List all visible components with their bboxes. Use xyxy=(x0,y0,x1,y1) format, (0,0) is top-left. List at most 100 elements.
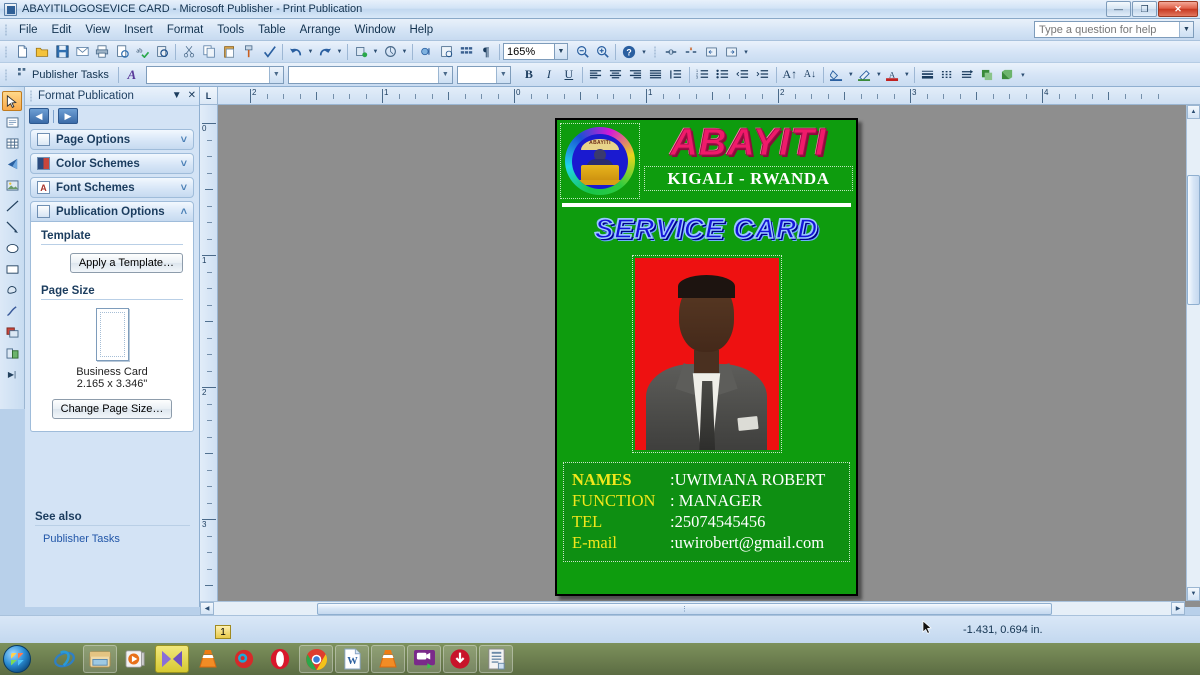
new-document-icon[interactable] xyxy=(12,42,32,61)
paragraph-marks-icon[interactable]: ¶ xyxy=(476,42,496,61)
accordion-color-schemes[interactable]: Color Schemes ˅ xyxy=(30,153,194,174)
wordart-icon[interactable]: A xyxy=(122,65,142,84)
arrow-style-icon[interactable] xyxy=(958,65,978,84)
bulleted-list-button[interactable] xyxy=(713,65,733,84)
previous-textbox-icon[interactable] xyxy=(701,42,721,61)
menu-tools[interactable]: Tools xyxy=(210,21,251,39)
print-icon[interactable] xyxy=(92,42,112,61)
fill-color-dropdown-icon[interactable]: ▼ xyxy=(847,65,855,84)
special-chars-grid-icon[interactable] xyxy=(456,42,476,61)
chevron-down-icon[interactable]: ▼ xyxy=(495,66,510,83)
chevron-down-icon[interactable]: ▼ xyxy=(268,66,283,83)
vlc-media-player-icon-2[interactable] xyxy=(371,645,405,673)
screen-recorder-icon[interactable] xyxy=(407,645,441,673)
open-folder-icon[interactable] xyxy=(32,42,52,61)
task-pane-grip[interactable] xyxy=(29,89,35,103)
scroll-right-arrow-icon[interactable]: ▶ xyxy=(1171,602,1185,615)
hyperlink-dropdown-icon[interactable]: ▼ xyxy=(371,42,380,61)
toolbar-options-icon[interactable]: ▾ xyxy=(639,42,649,61)
wordart-tool[interactable] xyxy=(2,154,22,174)
increase-indent-button[interactable] xyxy=(753,65,773,84)
select-objects-tool[interactable] xyxy=(2,91,22,111)
minimize-button[interactable]: — xyxy=(1106,1,1131,17)
formatting-toolbar-grip[interactable] xyxy=(3,67,10,83)
grow-font-button[interactable]: A↑ xyxy=(780,67,800,82)
menu-arrange[interactable]: Arrange xyxy=(293,21,348,39)
email-icon[interactable] xyxy=(72,42,92,61)
text-box-tool[interactable] xyxy=(2,112,22,132)
connect-toolbar-grip[interactable] xyxy=(652,44,659,60)
font-style-select[interactable]: ▼ xyxy=(287,65,453,84)
scroll-down-arrow-icon[interactable]: ▼ xyxy=(1187,587,1200,601)
chevron-up-icon[interactable]: ˄ xyxy=(181,206,187,218)
connect-toolbar-options-icon[interactable]: ▾ xyxy=(741,42,751,61)
back-arrow-icon[interactable]: ◀ xyxy=(29,108,49,124)
align-center-button[interactable] xyxy=(606,65,626,84)
publisher-tasks-button[interactable]: Publisher Tasks xyxy=(12,66,115,84)
rectangle-tool[interactable] xyxy=(2,259,22,279)
undo-icon[interactable] xyxy=(286,42,306,61)
microsoft-publisher-icon[interactable] xyxy=(479,645,513,673)
windows-explorer-icon[interactable] xyxy=(83,645,117,673)
zoom-out-icon[interactable] xyxy=(572,42,592,61)
change-page-size-button[interactable]: Change Page Size… xyxy=(51,399,173,419)
zoom-dropdown-icon[interactable]: ▼ xyxy=(555,43,568,60)
picture-frame-tool[interactable] xyxy=(2,175,22,195)
close-icon[interactable]: ✕ xyxy=(188,90,196,101)
scroll-up-arrow-icon[interactable]: ▲ xyxy=(1187,105,1200,119)
font-color-dropdown-icon[interactable]: ▼ xyxy=(903,65,911,84)
link-textboxes-icon[interactable] xyxy=(661,42,681,61)
horizontal-ruler[interactable]: 2101234 xyxy=(200,87,1200,105)
autoshapes-tool[interactable] xyxy=(2,280,22,300)
font-name-select[interactable]: ▼ xyxy=(145,65,284,84)
oval-tool[interactable] xyxy=(2,238,22,258)
mozilla-firefox-icon[interactable] xyxy=(227,645,261,673)
fill-color-icon[interactable] xyxy=(827,65,847,84)
special-characters-icon[interactable] xyxy=(416,42,436,61)
copy-icon[interactable] xyxy=(199,42,219,61)
undo-dropdown-icon[interactable]: ▼ xyxy=(306,42,315,61)
horizontal-scrollbar[interactable]: ◀ ⋮ ▶ xyxy=(200,601,1185,615)
formatting-toolbar-options-icon[interactable]: ▾ xyxy=(1018,65,1028,84)
font-color-icon[interactable]: A xyxy=(883,65,903,84)
menu-grip[interactable] xyxy=(3,22,10,38)
logo-frame[interactable]: ABAYITI xyxy=(560,123,640,199)
shadow-style-icon[interactable] xyxy=(978,65,998,84)
see-also-publisher-tasks-link[interactable]: Publisher Tasks xyxy=(43,533,190,545)
break-link-icon[interactable] xyxy=(681,42,701,61)
menu-edit[interactable]: Edit xyxy=(45,21,79,39)
save-icon[interactable] xyxy=(52,42,72,61)
underline-button[interactable]: U xyxy=(559,67,579,82)
opera-browser-icon[interactable] xyxy=(263,645,297,673)
microsoft-word-icon[interactable]: W xyxy=(335,645,369,673)
restore-button[interactable]: ❐ xyxy=(1132,1,1157,17)
standard-toolbar-grip[interactable] xyxy=(3,44,10,60)
line-color-icon[interactable] xyxy=(855,65,875,84)
download-manager-icon[interactable] xyxy=(443,645,477,673)
show-formatting-icon[interactable] xyxy=(436,42,456,61)
horizontal-scroll-thumb[interactable]: ⋮ xyxy=(317,602,1052,615)
objects-toolbar-expand-icon[interactable]: ▶| xyxy=(2,364,22,384)
arrow-tool[interactable] xyxy=(2,217,22,237)
zoom-level-input[interactable]: 165% xyxy=(503,43,555,60)
redo-icon[interactable] xyxy=(315,42,335,61)
apply-a-template-button[interactable]: Apply a Template… xyxy=(69,253,183,273)
chevron-down-icon[interactable]: ▼ xyxy=(1179,22,1193,37)
next-textbox-icon[interactable] xyxy=(721,42,741,61)
design-checker-dropdown-icon[interactable]: ▼ xyxy=(400,42,409,61)
research-icon[interactable] xyxy=(152,42,172,61)
accordion-publication-options[interactable]: Publication Options ˄ xyxy=(30,201,194,222)
dash-style-icon[interactable] xyxy=(938,65,958,84)
help-search-box[interactable]: Type a question for help ▼ xyxy=(1034,21,1194,38)
menu-table[interactable]: Table xyxy=(251,21,293,39)
forward-arrow-icon[interactable]: ▶ xyxy=(58,108,78,124)
photo-frame[interactable] xyxy=(631,255,782,453)
align-right-button[interactable] xyxy=(626,65,646,84)
line-tool[interactable] xyxy=(2,196,22,216)
scroll-left-arrow-icon[interactable]: ◀ xyxy=(200,602,214,615)
menu-insert[interactable]: Insert xyxy=(117,21,160,39)
close-button[interactable]: ✕ xyxy=(1158,1,1198,17)
menu-help[interactable]: Help xyxy=(402,21,440,39)
item-from-content-library-tool[interactable] xyxy=(2,322,22,342)
vertical-ruler[interactable]: 01234 xyxy=(200,105,218,607)
